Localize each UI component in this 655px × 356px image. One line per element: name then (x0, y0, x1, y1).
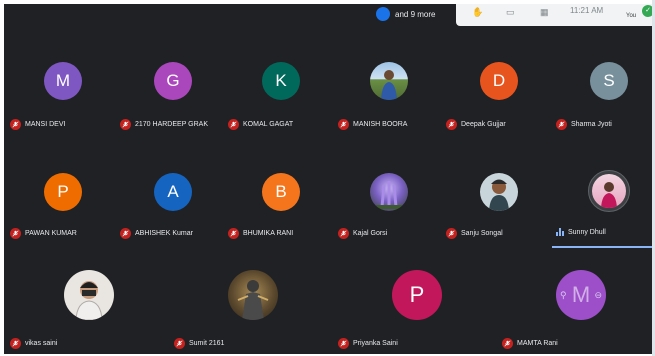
chat-icon[interactable]: ▭ (506, 7, 515, 18)
grid-icon[interactable]: ▦ (540, 7, 549, 18)
mic-off-icon (10, 338, 21, 349)
audio-level-icon (556, 228, 564, 236)
mic-off-icon (228, 119, 239, 130)
participant-name: Deepak Gujjar (461, 121, 506, 128)
participant-name: KOMAL GAGAT (243, 121, 294, 128)
self-avatar[interactable]: ✓ (642, 5, 652, 17)
avatar: K (262, 62, 300, 100)
participant-name: vikas saini (25, 340, 58, 347)
avatar: B (262, 173, 300, 211)
profile-photo (588, 170, 630, 212)
speaking-indicator (552, 246, 652, 248)
mic-off-icon (120, 228, 131, 239)
participant-name: Sumit 2161 (189, 340, 225, 347)
mic-off-icon (338, 119, 349, 130)
profile-photo (480, 173, 518, 211)
participant-name: MANSI DEVI (25, 121, 66, 128)
avatar: G (154, 62, 192, 100)
mic-off-icon (228, 228, 239, 239)
profile-photo (228, 270, 278, 320)
participant-avatar-icon (376, 7, 390, 21)
mic-off-icon (446, 228, 457, 239)
participant-name: MANISH BOORA (353, 121, 408, 128)
mic-off-icon (174, 338, 185, 349)
hand-icon[interactable]: ✋ (472, 7, 483, 18)
participant-name: 2170 HARDEEP GRAK (135, 121, 209, 128)
avatar: D (480, 62, 518, 100)
participants-more-chip[interactable]: and 9 more (376, 4, 435, 24)
mic-off-icon (556, 119, 567, 130)
participant-name: Sanju Songal (461, 230, 503, 237)
meeting-toolbar: ✋ ▭ ▦ 11:21 AM You ✓ (456, 4, 652, 26)
avatar: M (44, 62, 82, 100)
profile-photo (370, 62, 408, 100)
mic-off-icon (338, 338, 349, 349)
clock-time: 11:21 AM (570, 6, 604, 15)
you-label: You (626, 13, 637, 19)
mic-off-icon (502, 338, 513, 349)
meeting-grid: and 9 more ✋ ▭ ▦ 11:21 AM You ✓ M MANSI … (4, 4, 652, 354)
more-participants-label: and 9 more (395, 9, 436, 19)
avatar: P (392, 270, 442, 320)
avatar: A (154, 173, 192, 211)
participant-name: Sharma Jyoti (571, 121, 612, 128)
mic-off-icon (120, 119, 131, 130)
pin-icon[interactable]: ⚲ (560, 290, 567, 301)
avatar: P (44, 173, 82, 211)
mic-off-icon (10, 119, 21, 130)
participant-name: Sunny Dhull (568, 228, 606, 236)
participant-name: BHUMIKA RANI (243, 230, 294, 237)
participant-name: PAWAN KUMAR (25, 230, 77, 237)
mic-off-icon (10, 228, 21, 239)
profile-photo (370, 173, 408, 211)
mic-off-icon (446, 119, 457, 130)
avatar: S (590, 62, 628, 100)
participant-name: Priyanka Saini (353, 340, 398, 347)
participant-name: Kajal Gorsi (353, 230, 388, 237)
mic-off-icon (338, 228, 349, 239)
profile-photo (64, 270, 114, 320)
participant-name: MAMTA Rani (517, 340, 558, 347)
more-options-icon[interactable]: ⊖ (594, 290, 602, 301)
participant-name: ABHISHEK Kumar (135, 230, 193, 237)
avatar: M ⚲ ⊖ (556, 270, 606, 320)
